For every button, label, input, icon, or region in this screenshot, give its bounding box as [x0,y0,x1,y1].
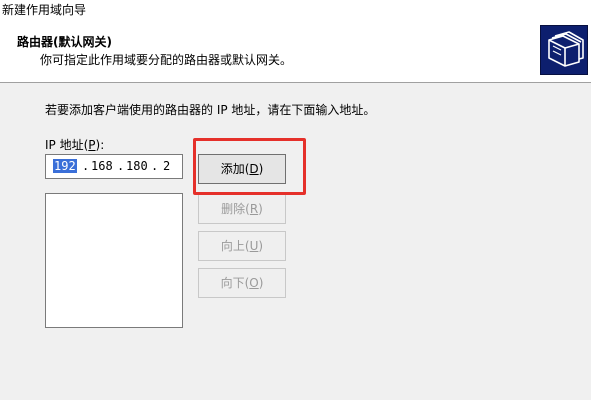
wizard-header: 路由器(默认网关) 你可指定此作用域要分配的路由器或默认网关。 [0,18,591,83]
remove-button-accesskey: R [249,202,259,216]
move-down-button-accesskey: O [249,276,259,290]
ip-address-input[interactable]: 192 . 168 . 180 . 2 [45,154,183,179]
title-bar: 新建作用域向导 [0,0,591,18]
window-title: 新建作用域向导 [2,3,87,17]
ip-dot-1: . [82,159,90,173]
move-down-button-suffix: ) [258,276,264,290]
instruction-text: 若要添加客户端使用的路由器的 IP 地址，请在下面输入地址。 [45,103,376,117]
ip-label-suffix: ): [95,138,105,152]
page-subtitle: 你可指定此作用域要分配的路由器或默认网关。 [40,53,293,67]
router-address-list[interactable] [45,193,183,328]
ip-octet-2[interactable]: 168 [91,159,113,173]
move-down-button-label: 向下( [220,276,250,290]
ip-octet-3[interactable]: 180 [126,159,148,173]
ip-label-accesskey: P [88,138,96,152]
remove-button-suffix: ) [258,202,263,216]
move-down-button[interactable]: 向下(O) [198,268,286,298]
page-title: 路由器(默认网关) [17,35,112,49]
move-up-button-label: 向上( [220,239,250,253]
ip-octet-4[interactable]: 2 [163,159,170,173]
ip-octet-1[interactable]: 192 [53,159,77,173]
ip-address-label: IP 地址(P): [45,136,104,153]
remove-button-label: 删除( [221,202,250,216]
move-up-button[interactable]: 向上(U) [198,231,286,261]
move-up-button-suffix: ) [258,239,264,253]
ip-label-prefix: IP 地址( [45,138,89,152]
ip-dot-3: . [151,159,159,173]
annotation-highlight-box [193,138,306,195]
remove-button[interactable]: 删除(R) [198,194,286,224]
ip-dot-2: . [117,159,125,173]
wizard-folders-icon [540,25,588,75]
